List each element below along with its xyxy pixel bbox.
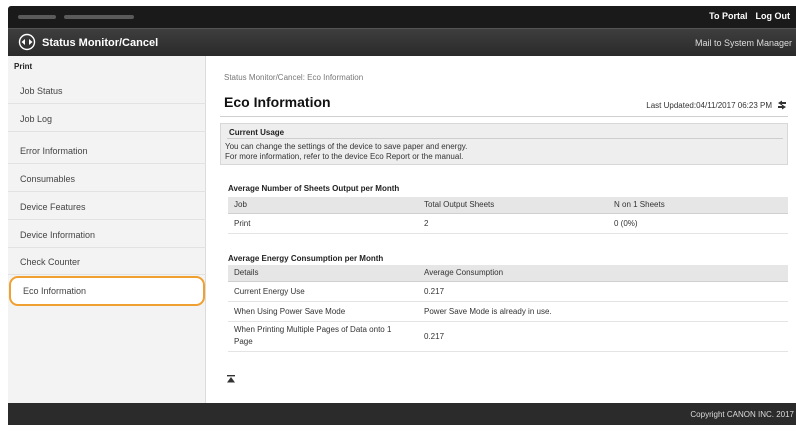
- back-to-top-icon[interactable]: [226, 374, 236, 384]
- table-row: Current Energy Use 0.217: [228, 281, 788, 302]
- usage-divider: [227, 138, 783, 139]
- sidebar-item-eco-information[interactable]: Eco Information: [9, 276, 205, 306]
- sidebar-item-device-features[interactable]: Device Features: [8, 194, 206, 220]
- column-header: Total Output Sheets: [418, 197, 608, 214]
- blurred-text: [18, 15, 56, 19]
- sidebar-item-device-information[interactable]: Device Information: [8, 222, 206, 248]
- table-header-row: Details Average Consumption: [228, 265, 788, 282]
- table-cell: 0.217: [418, 321, 788, 352]
- top-links: To Portal Log Out: [709, 11, 790, 21]
- sidebar-item-error-information[interactable]: Error Information: [8, 138, 206, 164]
- sheets-table: Job Total Output Sheets N on 1 Sheets Pr…: [228, 197, 788, 234]
- refresh-icon[interactable]: [776, 99, 788, 111]
- copyright: Copyright CANON INC. 2017: [690, 410, 794, 419]
- table-cell: Current Energy Use: [228, 281, 418, 302]
- usage-text-line: You can change the settings of the devic…: [225, 142, 468, 151]
- page-title: Eco Information: [224, 94, 331, 110]
- blurred-text: [64, 15, 134, 19]
- title-divider: [220, 116, 788, 117]
- sidebar-item-consumables[interactable]: Consumables: [8, 166, 206, 192]
- sidebar-item-check-counter[interactable]: Check Counter: [8, 249, 206, 275]
- current-usage-panel: Current Usage You can change the setting…: [220, 123, 788, 165]
- table-cell: When Printing Multiple Pages of Data ont…: [228, 321, 418, 352]
- table-cell: Power Save Mode is already in use.: [418, 301, 788, 322]
- current-usage-heading: Current Usage: [229, 128, 285, 137]
- sheets-table-title: Average Number of Sheets Output per Mont…: [228, 184, 400, 193]
- top-bar: To Portal Log Out: [8, 6, 796, 28]
- table-cell: Print: [228, 213, 418, 234]
- column-header: N on 1 Sheets: [608, 197, 788, 214]
- table-row: When Using Power Save Mode Power Save Mo…: [228, 301, 788, 322]
- last-updated-text: Last Updated:04/11/2017 06:23 PM: [646, 100, 772, 110]
- table-header-row: Job Total Output Sheets N on 1 Sheets: [228, 197, 788, 214]
- footer: Copyright CANON INC. 2017: [8, 403, 796, 425]
- to-portal-link[interactable]: To Portal: [709, 11, 747, 21]
- sidebar-section-print: Print: [14, 62, 33, 71]
- breadcrumb: Status Monitor/Cancel: Eco Information: [224, 73, 364, 82]
- table-cell: 0 (0%): [608, 213, 788, 234]
- main-content: Status Monitor/Cancel: Eco Information E…: [216, 56, 788, 403]
- current-usage-text: You can change the settings of the devic…: [225, 142, 467, 162]
- column-header: Average Consumption: [418, 265, 788, 282]
- usage-text-line: For more information, refer to the devic…: [225, 152, 464, 161]
- column-header: Details: [228, 265, 418, 282]
- energy-table-title: Average Energy Consumption per Month: [228, 254, 384, 263]
- blurred-device-info: [18, 13, 134, 21]
- sidebar-item-job-log[interactable]: Job Log: [8, 106, 206, 132]
- app-header: Status Monitor/Cancel Mail to System Man…: [8, 28, 796, 56]
- table-cell: 2: [418, 213, 608, 234]
- table-row: Print 2 0 (0%): [228, 213, 788, 234]
- sidebar-item-job-status[interactable]: Job Status: [8, 78, 206, 104]
- column-header: Job: [228, 197, 418, 214]
- status-monitor-icon: [18, 33, 36, 51]
- mail-to-system-manager-link[interactable]: Mail to System Manager: [695, 38, 792, 48]
- sidebar: Print Job Status Job Log Error Informati…: [8, 56, 206, 403]
- log-out-link[interactable]: Log Out: [756, 11, 791, 21]
- table-cell: 0.217: [418, 281, 788, 302]
- table-row: When Printing Multiple Pages of Data ont…: [228, 321, 788, 352]
- table-cell: When Using Power Save Mode: [228, 301, 418, 322]
- energy-table: Details Average Consumption Current Ener…: [228, 265, 788, 352]
- last-updated: Last Updated:04/11/2017 06:23 PM: [646, 99, 788, 111]
- app-title: Status Monitor/Cancel: [42, 37, 159, 49]
